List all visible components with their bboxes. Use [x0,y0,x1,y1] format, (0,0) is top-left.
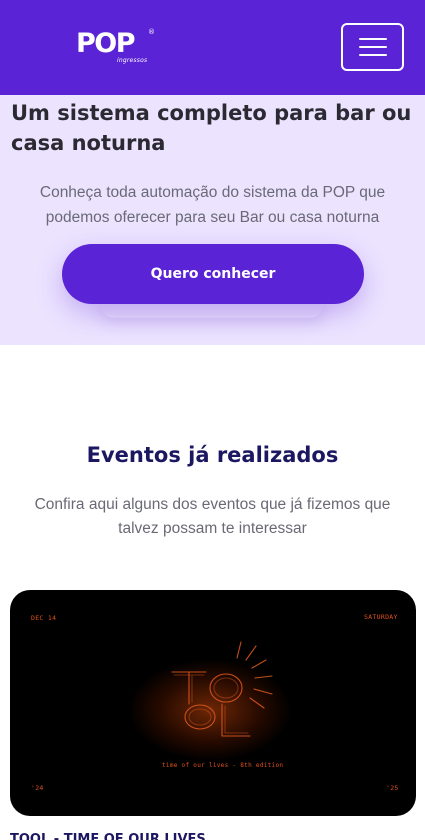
events-section-description: Confira aqui alguns dos eventos que já f… [34,496,391,537]
quero-conhecer-button[interactable]: Quero conhecer [62,244,364,304]
poster-subtitle: time of our lives - 8th edition [162,762,284,769]
hero-description: Conheça toda automação do sistema da POP… [39,184,386,226]
event-card-poster[interactable]: DEC 14 SATURDAY time of our lives - 8th … [10,590,416,816]
events-section-title: Eventos já realizados [86,443,339,467]
menu-button[interactable] [341,23,404,71]
logo-subtext: ingressos [117,57,148,64]
event-card-title[interactable]: TOOL - TIME OF OUR LIVES [10,832,310,840]
poster-year-left: '24 [31,784,44,792]
logo-text: POP [76,28,136,59]
hamburger-menu-icon [359,38,387,40]
site-header: POP ® ingressos [0,0,425,95]
hamburger-line [359,46,387,48]
poster-year-right: '25 [386,784,399,792]
hamburger-line [359,54,387,56]
logo-registered-mark: ® [148,28,155,36]
pop-ingressos-logo[interactable]: POP ® ingressos [76,28,156,68]
hero-title: Um sistema completo para bar ou casa not… [11,101,412,155]
tool-poster-art-icon [171,641,273,737]
poster-date: DEC 14 [31,614,57,622]
poster-day: SATURDAY [364,613,398,621]
